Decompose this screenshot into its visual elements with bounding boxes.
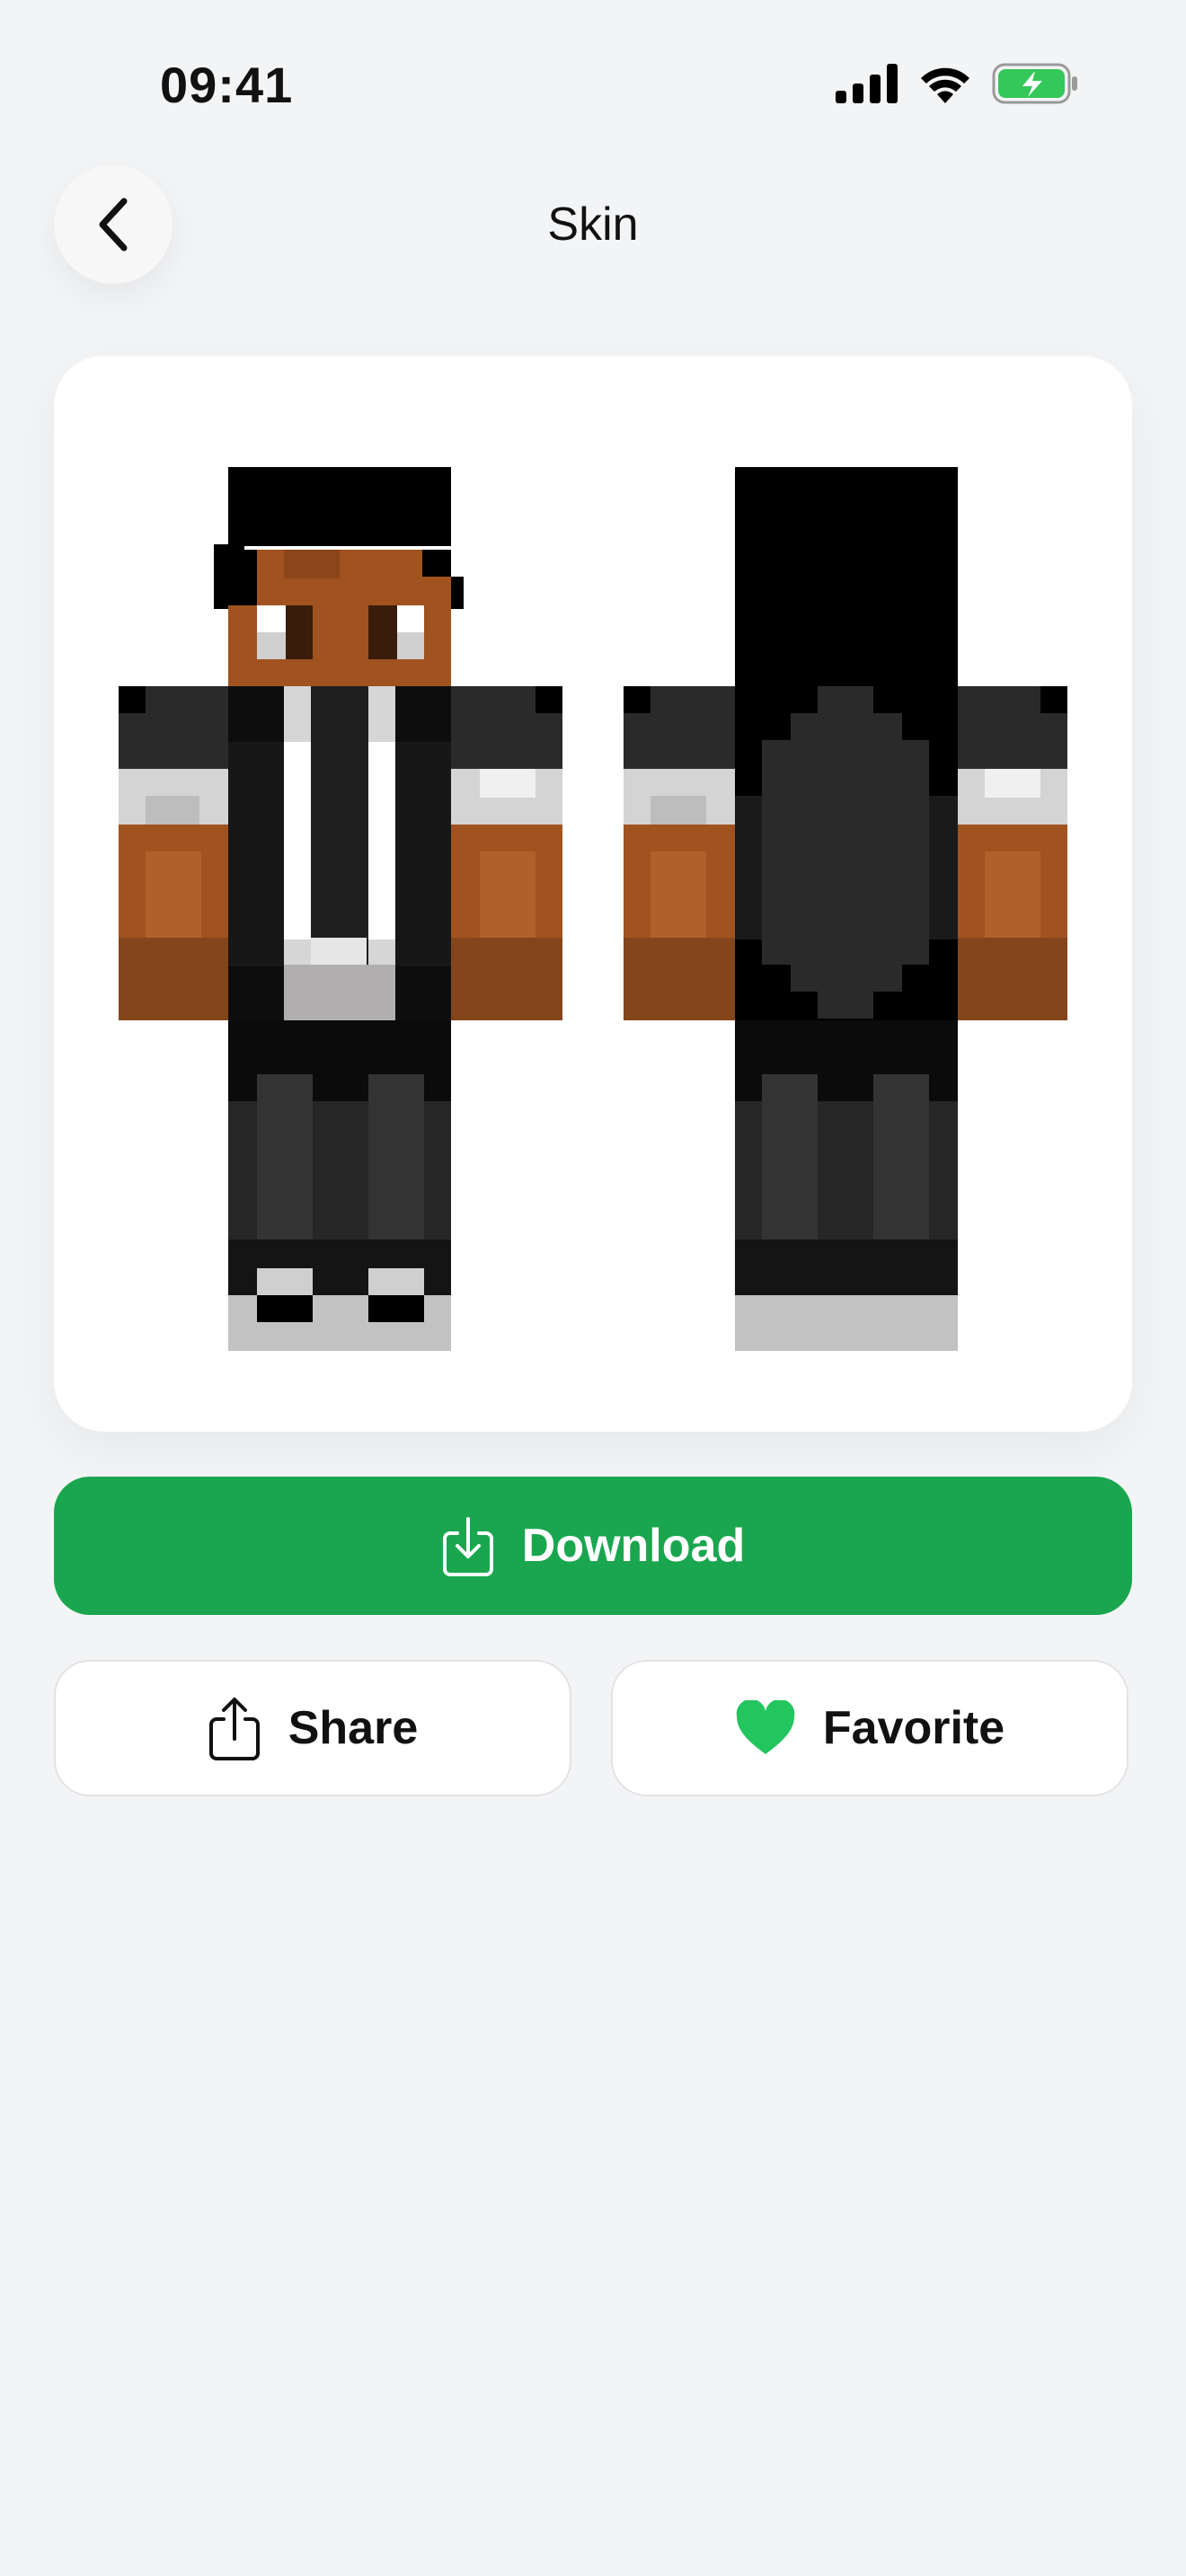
- status-bar: 09:41: [0, 0, 1186, 144]
- wifi-icon: [921, 67, 969, 103]
- status-time: 09:41: [160, 57, 294, 113]
- status-icons: [836, 63, 1078, 104]
- page-title: Skin: [547, 198, 639, 251]
- skin-front-view: [119, 467, 562, 1351]
- download-icon: [442, 1517, 493, 1576]
- share-button[interactable]: Share: [54, 1660, 571, 1796]
- cellular-signal-icon: [836, 64, 898, 103]
- heart-icon: [736, 1700, 795, 1754]
- skin-preview-card: [54, 356, 1132, 1432]
- favorite-button[interactable]: Favorite: [611, 1660, 1128, 1796]
- share-icon: [208, 1698, 260, 1760]
- share-label: Share: [288, 1702, 419, 1754]
- download-label: Download: [521, 1520, 746, 1572]
- skin-preview-image: [119, 467, 1067, 1351]
- download-button[interactable]: Download: [54, 1477, 1132, 1615]
- favorite-label: Favorite: [822, 1702, 1005, 1754]
- skin-back-view: [624, 467, 1067, 1351]
- battery-charging-icon: [992, 63, 1077, 104]
